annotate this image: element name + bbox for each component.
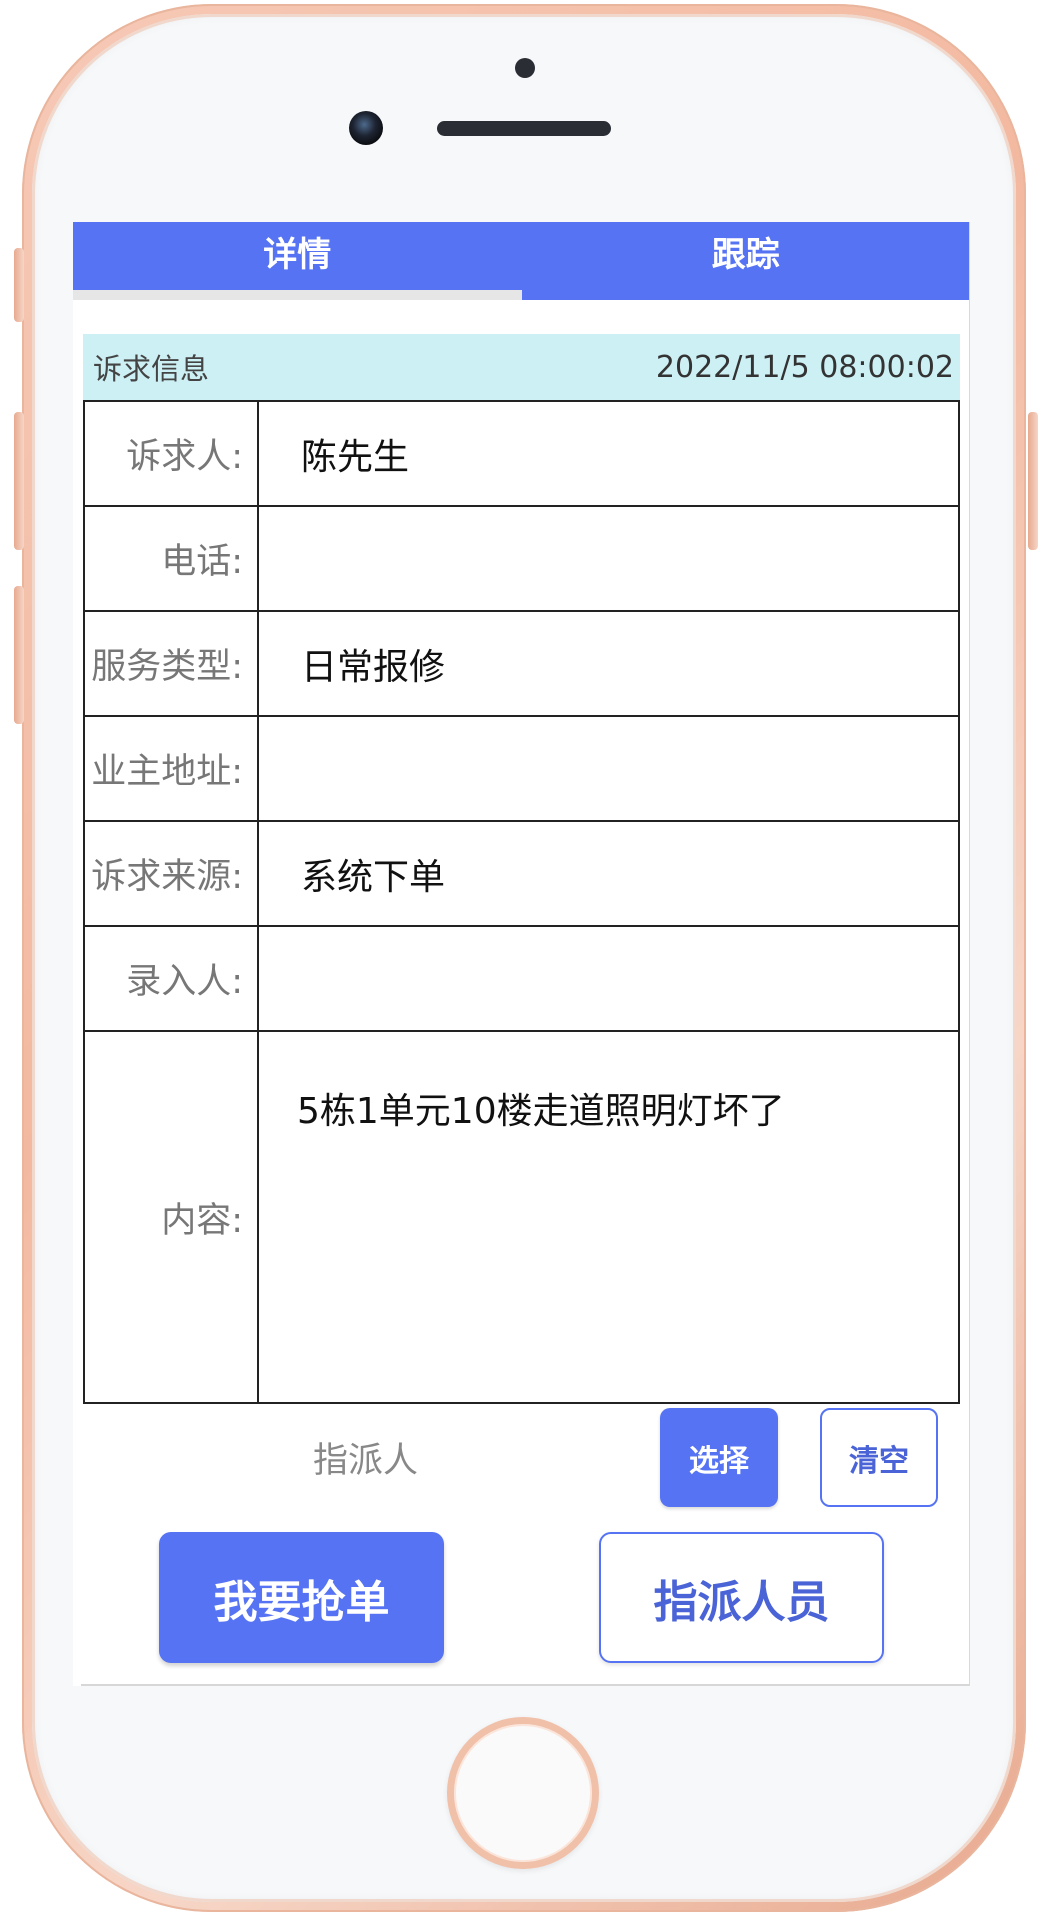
field-label: 录入人:: [83, 925, 259, 1032]
bottom-divider: [81, 1684, 969, 1686]
field-row-service-type: 服务类型: 日常报修: [83, 610, 960, 717]
side-button-volume-up: [14, 412, 24, 550]
grab-order-button[interactable]: 我要抢单: [159, 1532, 444, 1663]
tab-details-label: 详情: [263, 235, 332, 275]
detail-form-table: 诉求人: 陈先生 电话: 服务类型: 日常报修 业主地址: 诉求来源: 系统下单…: [83, 400, 960, 1404]
earpiece-speaker-icon: [437, 121, 611, 136]
assignee-label: 指派人: [313, 1441, 419, 1481]
info-timestamp: 2022/11/5 08:00:02: [655, 349, 954, 385]
field-row-owner-address: 业主地址:: [83, 715, 960, 822]
field-label: 诉求来源:: [83, 820, 259, 927]
field-row-entered-by: 录入人:: [83, 925, 960, 1032]
proximity-sensor-icon: [515, 58, 535, 78]
field-label: 内容:: [83, 1030, 259, 1404]
front-camera-icon: [349, 111, 383, 145]
field-row-phone: 电话:: [83, 505, 960, 612]
side-button-volume-down: [14, 586, 24, 724]
owner-address-field[interactable]: [257, 715, 960, 822]
assignee-row: 指派人 选择 清空: [73, 1408, 969, 1508]
phone-field[interactable]: [257, 505, 960, 612]
field-row-source: 诉求来源: 系统下单: [83, 820, 960, 927]
tab-tracking[interactable]: 跟踪: [522, 222, 970, 300]
requester-field[interactable]: 陈先生: [257, 400, 960, 507]
tab-tracking-label: 跟踪: [711, 235, 780, 275]
tab-bar: 详情 跟踪: [73, 222, 970, 300]
tab-active-indicator: [73, 290, 522, 300]
field-label: 诉求人:: [83, 400, 259, 507]
service-type-field[interactable]: 日常报修: [257, 610, 960, 717]
field-row-requester: 诉求人: 陈先生: [83, 400, 960, 507]
assign-staff-button[interactable]: 指派人员: [599, 1532, 884, 1663]
side-button-power: [1028, 412, 1038, 550]
info-title: 诉求信息: [93, 352, 210, 386]
side-button-mute: [14, 248, 24, 322]
app-screen: 详情 跟踪 诉求信息 2022/11/5 08:00:02 诉求人: 陈先生 电…: [73, 222, 970, 1686]
request-source-field[interactable]: 系统下单: [257, 820, 960, 927]
select-assignee-button[interactable]: 选择: [660, 1408, 778, 1507]
field-row-content: 内容: 5栋1单元10楼走道照明灯坏了: [83, 1030, 960, 1404]
entered-by-field[interactable]: [257, 925, 960, 1032]
field-label: 服务类型:: [83, 610, 259, 717]
clear-assignee-button[interactable]: 清空: [820, 1408, 938, 1507]
tab-details[interactable]: 详情: [73, 222, 522, 300]
field-label: 业主地址:: [83, 715, 259, 822]
field-label: 电话:: [83, 505, 259, 612]
content-textarea[interactable]: 5栋1单元10楼走道照明灯坏了: [257, 1030, 960, 1404]
info-header: 诉求信息 2022/11/5 08:00:02: [83, 334, 960, 400]
home-button[interactable]: [447, 1717, 599, 1869]
